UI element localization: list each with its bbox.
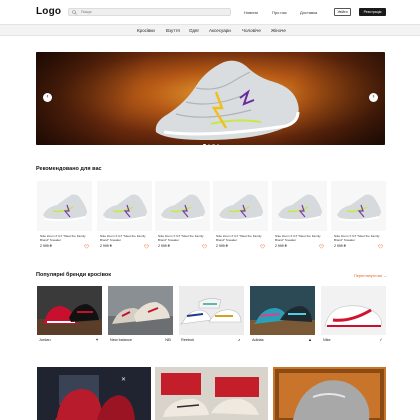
brand-card-jordan[interactable]: Jordan ✦ bbox=[37, 286, 102, 345]
category-nav: Кросівки Взуття Одяг Аксесуари Чоловіче … bbox=[0, 24, 420, 36]
search-icon bbox=[72, 10, 77, 15]
brand-name: New balance bbox=[110, 338, 132, 342]
brand-card-new-balance[interactable]: New balance NB bbox=[108, 286, 173, 345]
nike-swoosh-icon: ✓ bbox=[379, 337, 383, 342]
top-header: Logo Новини Про нас Доставка Увійти Реєс… bbox=[0, 0, 420, 24]
heart-icon[interactable] bbox=[319, 244, 324, 249]
product-name[interactable]: Nike Zoom X GT "Meet the Family Brand" S… bbox=[216, 234, 268, 242]
nav-link-delivery[interactable]: Доставка bbox=[300, 10, 317, 15]
category-shoes[interactable]: Взуття bbox=[166, 28, 180, 33]
product-image bbox=[97, 181, 152, 231]
category-clothing[interactable]: Одяг bbox=[189, 28, 199, 33]
prev-slide-button[interactable]: ‹ bbox=[43, 93, 52, 102]
jordan-logo-icon: ✦ bbox=[95, 337, 99, 342]
brand-name: Reebok bbox=[181, 338, 195, 342]
brand-image-reebok bbox=[179, 286, 244, 335]
nav-link-news[interactable]: Новини bbox=[244, 10, 258, 15]
brand-image-jordan bbox=[37, 286, 102, 335]
category-sneakers[interactable]: Кросівки bbox=[137, 28, 155, 33]
product-card[interactable]: Nike Zoom X GT "Meet the Family Brand" S… bbox=[37, 181, 92, 259]
heart-icon[interactable] bbox=[144, 244, 149, 249]
product-price: 2 999 ₴ bbox=[334, 244, 346, 248]
product-name[interactable]: Nike Zoom X GT "Meet the Family Brand" S… bbox=[40, 234, 92, 242]
product-card[interactable]: Nike Zoom X GT "Meet the Family Brand" S… bbox=[97, 181, 152, 259]
brand-name: Jordan bbox=[39, 338, 51, 342]
brand-card-reebok[interactable]: Reebok ⩘ bbox=[179, 286, 244, 345]
chevron-right-icon: › bbox=[372, 94, 375, 100]
slide-dot-1[interactable] bbox=[203, 143, 206, 145]
slide-dot-2[interactable] bbox=[207, 143, 210, 145]
heart-icon[interactable] bbox=[260, 244, 265, 249]
brand-card-adidas[interactable]: Adidas ▲ bbox=[250, 286, 315, 345]
product-price: 2 999 ₴ bbox=[275, 244, 287, 248]
chevron-left-icon: ‹ bbox=[46, 94, 49, 100]
product-name[interactable]: Nike Zoom X GT "Meet the Family Brand" S… bbox=[275, 234, 327, 242]
login-button[interactable]: Увійти bbox=[334, 8, 351, 16]
product-price: 2 999 ₴ bbox=[100, 244, 112, 248]
category-women[interactable]: Жіноче bbox=[271, 28, 286, 33]
product-price: 2 999 ₴ bbox=[40, 244, 52, 248]
product-image bbox=[213, 181, 268, 231]
reebok-logo-icon: ⩘ bbox=[237, 337, 241, 342]
brand-name: Nike bbox=[323, 338, 331, 342]
brand-image-adidas bbox=[250, 286, 315, 335]
logo[interactable]: Logo bbox=[36, 6, 61, 17]
product-name[interactable]: Nike Zoom X GT "Meet the Family Brand" S… bbox=[158, 234, 210, 242]
category-men[interactable]: Чоловіче bbox=[242, 28, 261, 33]
next-slide-button[interactable]: › bbox=[369, 93, 378, 102]
product-card[interactable]: Nike Zoom X GT "Meet the Family Brand" S… bbox=[331, 181, 386, 259]
heart-icon[interactable] bbox=[84, 244, 89, 249]
brands-title: Популярні бренди кросівок bbox=[36, 272, 112, 278]
slide-dot-4[interactable] bbox=[216, 143, 219, 145]
new-balance-logo-icon: NB bbox=[165, 337, 171, 342]
product-image bbox=[37, 181, 92, 231]
brand-name: Adidas bbox=[252, 338, 264, 342]
category-accessories[interactable]: Аксесуари bbox=[209, 28, 231, 33]
brand-image-new-balance bbox=[108, 286, 173, 335]
adidas-logo-icon: ▲ bbox=[308, 337, 312, 342]
register-button[interactable]: Реєстрація bbox=[359, 8, 386, 16]
product-image bbox=[272, 181, 327, 231]
product-name[interactable]: Nike Zoom X GT "Meet the Family Brand" S… bbox=[100, 234, 152, 242]
product-image bbox=[155, 181, 210, 231]
nav-link-about[interactable]: Про нас bbox=[272, 10, 287, 15]
heart-icon[interactable] bbox=[202, 244, 207, 249]
heart-icon[interactable] bbox=[378, 244, 383, 249]
recommended-title: Рекомендовано для вас bbox=[36, 166, 102, 172]
product-name[interactable]: Nike Zoom X GT "Meet the Family Brand" S… bbox=[334, 234, 386, 242]
product-price: 2 999 ₴ bbox=[216, 244, 228, 248]
slide-dot-3[interactable] bbox=[212, 143, 215, 145]
see-all-brands-link[interactable]: Переглянути всі → bbox=[354, 274, 387, 278]
svg-text:✕: ✕ bbox=[121, 377, 126, 383]
hero-sneaker-image bbox=[155, 60, 300, 140]
promo-tile-1[interactable]: ✕ bbox=[37, 367, 151, 420]
hero-banner[interactable]: ‹ › bbox=[36, 52, 385, 145]
brand-card-nike[interactable]: Nike ✓ bbox=[321, 286, 386, 345]
product-image bbox=[331, 181, 386, 231]
product-card[interactable]: Nike Zoom X GT "Meet the Family Brand" S… bbox=[155, 181, 210, 259]
slide-indicators bbox=[203, 133, 221, 145]
promo-tile-3[interactable] bbox=[273, 367, 386, 420]
product-price: 2 999 ₴ bbox=[158, 244, 170, 248]
promo-tile-2[interactable] bbox=[155, 367, 268, 420]
search-input[interactable] bbox=[81, 9, 221, 15]
product-card[interactable]: Nike Zoom X GT "Meet the Family Brand" S… bbox=[213, 181, 268, 259]
search-box[interactable] bbox=[68, 8, 231, 16]
brand-image-nike bbox=[321, 286, 386, 335]
product-card[interactable]: Nike Zoom X GT "Meet the Family Brand" S… bbox=[272, 181, 327, 259]
